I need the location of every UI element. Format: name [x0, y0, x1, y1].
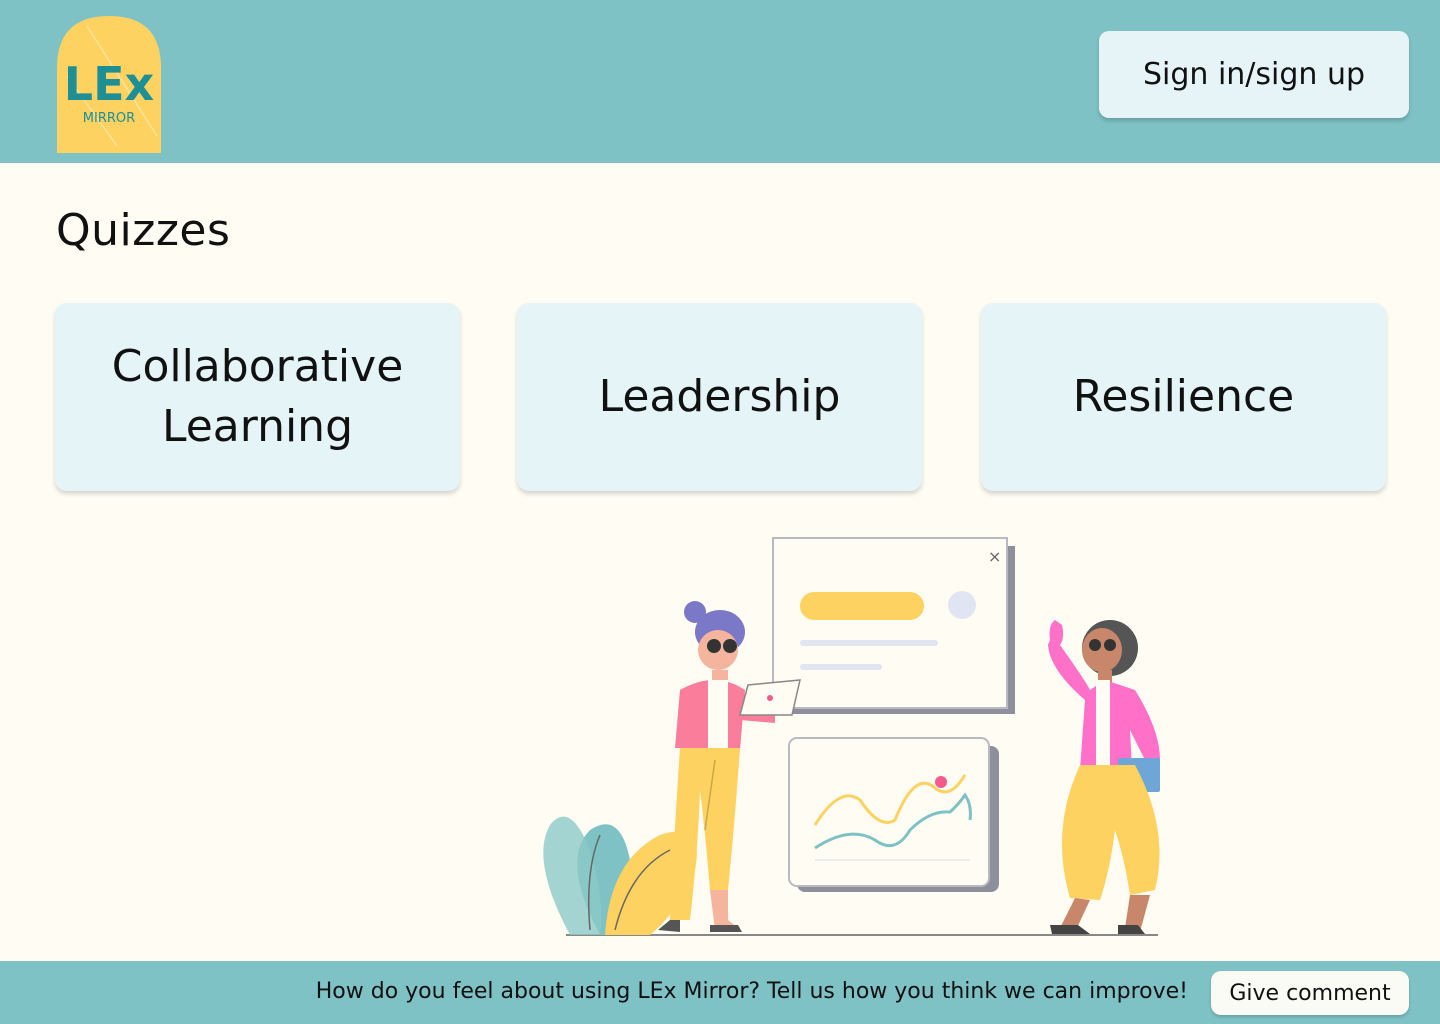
footer-bar: How do you feel about using LEx Mirror? … [0, 961, 1440, 1024]
team-presentation-illustration: × [530, 530, 1180, 950]
quiz-card-label: Collaborative Learning [111, 341, 404, 452]
quiz-card-collaborative-learning[interactable]: Collaborative Learning [55, 303, 460, 491]
logo-subtext: MIRROR [83, 111, 135, 126]
give-comment-button[interactable]: Give comment [1211, 971, 1409, 1015]
quiz-card-leadership[interactable]: Leadership [517, 303, 922, 491]
svg-text:×: × [988, 547, 1001, 566]
page-title: Quizzes [56, 205, 231, 256]
quiz-card-label: Resilience [1072, 371, 1295, 422]
lex-mirror-logo[interactable]: LEx MIRROR [57, 16, 161, 153]
signin-signup-button[interactable]: Sign in/sign up [1099, 31, 1409, 118]
header-bar: LEx MIRROR Sign in/sign up [0, 0, 1440, 163]
logo-icon: LEx MIRROR [57, 16, 161, 153]
quiz-card-resilience[interactable]: Resilience [981, 303, 1386, 491]
quiz-card-label: Leadership [598, 371, 841, 422]
feedback-prompt: How do you feel about using LEx Mirror? … [315, 979, 1188, 1004]
logo-text: LEx [64, 57, 154, 111]
